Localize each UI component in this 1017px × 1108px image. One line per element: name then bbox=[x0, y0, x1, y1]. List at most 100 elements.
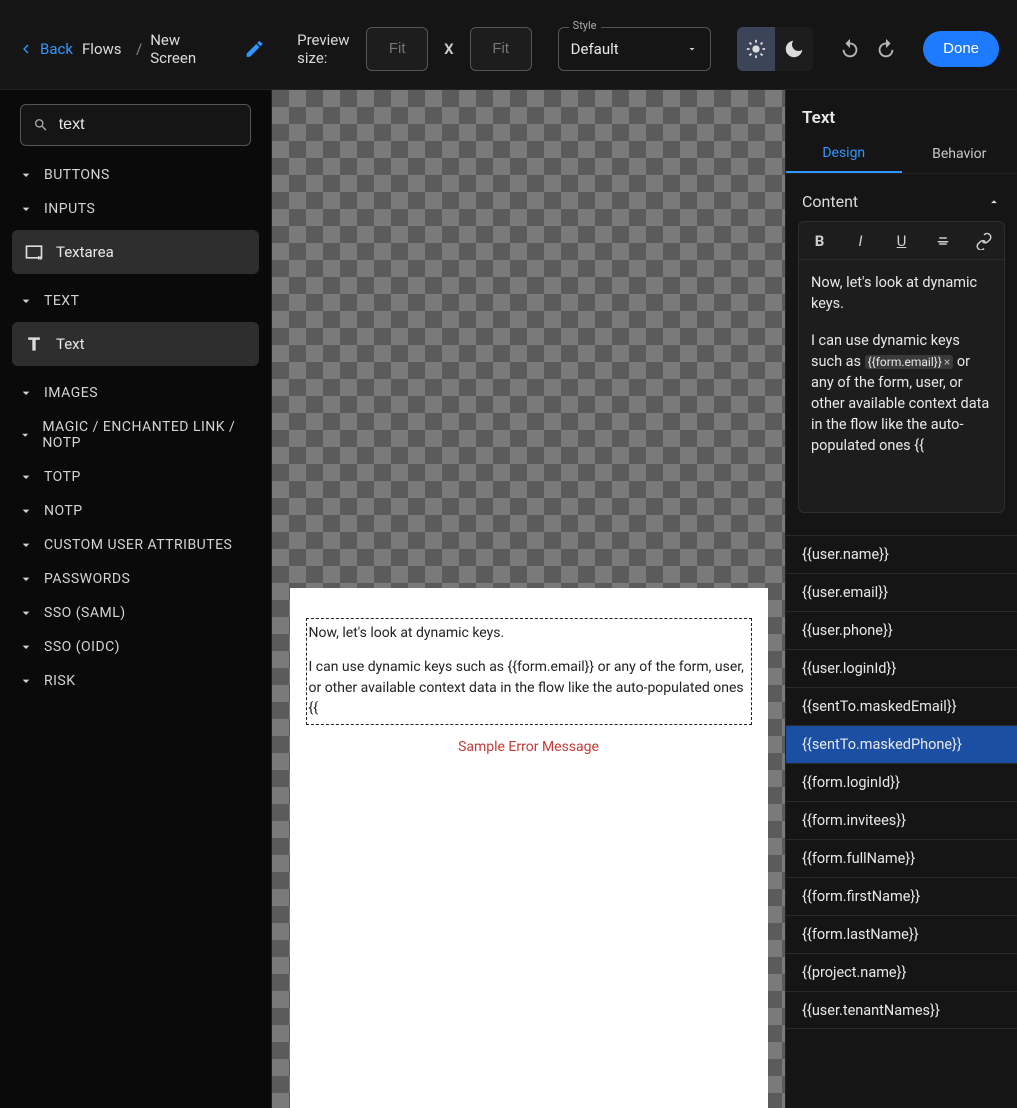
category-text[interactable]: TEXT bbox=[12, 284, 259, 318]
palette-item-textarea[interactable]: Textarea bbox=[12, 230, 259, 274]
dynamic-key-option[interactable]: {{sentTo.maskedEmail}} bbox=[786, 687, 1017, 725]
style-value: Default bbox=[571, 40, 619, 58]
dynamic-key-option[interactable]: {{form.invitees}} bbox=[786, 801, 1017, 839]
chevron-down-icon bbox=[18, 503, 34, 519]
category-passwords[interactable]: PASSWORDS bbox=[12, 562, 259, 596]
breadcrumb-screen[interactable]: New Screen bbox=[150, 31, 224, 67]
chip-remove-icon[interactable]: × bbox=[944, 355, 950, 369]
dynamic-key-option[interactable]: {{user.phone}} bbox=[786, 611, 1017, 649]
light-mode-button[interactable] bbox=[737, 27, 775, 71]
category-totp[interactable]: TOTP bbox=[12, 460, 259, 494]
sun-icon bbox=[745, 38, 767, 60]
arrow-left-icon bbox=[18, 41, 34, 57]
editor-textarea[interactable]: Now, let's look at dynamic keys. I can u… bbox=[799, 260, 1004, 512]
preview-size-separator: X bbox=[440, 40, 458, 58]
dynamic-key-option[interactable]: {{user.email}} bbox=[786, 573, 1017, 611]
dynamic-key-option[interactable]: {{user.loginId}} bbox=[786, 649, 1017, 687]
caret-down-icon bbox=[686, 43, 698, 55]
breadcrumb-separator: / bbox=[136, 40, 142, 58]
category-notp[interactable]: NOTP bbox=[12, 494, 259, 528]
chevron-down-icon bbox=[18, 293, 34, 309]
dynamic-key-option[interactable]: {{sentTo.maskedPhone}} bbox=[786, 725, 1017, 763]
preview-paragraph-1: Now, let's look at dynamic keys. bbox=[309, 623, 749, 643]
category-custom-attrs[interactable]: CUSTOM USER ATTRIBUTES bbox=[12, 528, 259, 562]
chevron-down-icon bbox=[18, 385, 34, 401]
category-magic[interactable]: MAGIC / ENCHANTED LINK / NOTP bbox=[12, 410, 259, 460]
preview-width-input[interactable] bbox=[366, 27, 428, 71]
palette-item-label: Text bbox=[56, 335, 85, 353]
search-icon bbox=[33, 116, 49, 134]
properties-panel: Text Design Behavior Content B I U Now, … bbox=[785, 90, 1017, 1108]
italic-button[interactable]: I bbox=[849, 229, 873, 253]
dynamic-key-option[interactable]: {{form.lastName}} bbox=[786, 915, 1017, 953]
editor-canvas[interactable]: Now, let's look at dynamic keys. I can u… bbox=[272, 90, 785, 1108]
panel-tabs: Design Behavior bbox=[786, 134, 1017, 174]
back-label: Back bbox=[40, 40, 70, 58]
history-controls bbox=[839, 38, 897, 60]
done-button[interactable]: Done bbox=[923, 31, 999, 67]
category-images[interactable]: IMAGES bbox=[12, 376, 259, 410]
underline-button[interactable]: U bbox=[890, 229, 914, 253]
link-button[interactable] bbox=[972, 229, 996, 253]
strike-icon bbox=[934, 232, 952, 250]
chevron-down-icon bbox=[18, 201, 34, 217]
category-sso-saml[interactable]: SSO (SAML) bbox=[12, 596, 259, 630]
category-buttons[interactable]: BUTTONS bbox=[12, 158, 259, 192]
bold-button[interactable]: B bbox=[808, 229, 832, 253]
style-legend: Style bbox=[569, 19, 601, 32]
palette-item-label: Textarea bbox=[56, 243, 114, 261]
tab-design[interactable]: Design bbox=[786, 134, 902, 173]
search-field-wrap[interactable] bbox=[20, 104, 251, 146]
chevron-down-icon bbox=[18, 469, 34, 485]
breadcrumb-flows[interactable]: Flows bbox=[82, 40, 128, 58]
preview-card[interactable]: Now, let's look at dynamic keys. I can u… bbox=[290, 588, 768, 1108]
palette-search-input[interactable] bbox=[59, 116, 238, 134]
component-palette: BUTTONS INPUTS Textarea TEXT Text IMAGES… bbox=[0, 90, 272, 1108]
editor-line-1: Now, let's look at dynamic keys. bbox=[811, 272, 992, 314]
pencil-icon[interactable] bbox=[244, 38, 265, 60]
dynamic-key-option[interactable]: {{user.tenantNames}} bbox=[786, 991, 1017, 1029]
palette-item-text[interactable]: Text bbox=[12, 322, 259, 366]
back-button[interactable]: Back bbox=[18, 40, 70, 58]
dynamic-key-chip[interactable]: {{form.email}}× bbox=[865, 355, 954, 369]
dynamic-keys-list: {{user.name}}{{user.email}}{{user.phone}… bbox=[786, 535, 1017, 1029]
chevron-down-icon bbox=[18, 571, 34, 587]
moon-icon bbox=[783, 38, 805, 60]
strike-button[interactable] bbox=[931, 229, 955, 253]
dynamic-key-option[interactable]: {{form.fullName}} bbox=[786, 839, 1017, 877]
category-sso-oidc[interactable]: SSO (OIDC) bbox=[12, 630, 259, 664]
tab-behavior[interactable]: Behavior bbox=[902, 134, 1017, 173]
preview-height-input[interactable] bbox=[470, 27, 532, 71]
top-toolbar: Back Flows / New Screen Preview size: X … bbox=[0, 0, 1017, 90]
dynamic-key-option[interactable]: {{user.name}} bbox=[786, 535, 1017, 573]
redo-icon[interactable] bbox=[875, 38, 897, 60]
dynamic-key-option[interactable]: {{form.firstName}} bbox=[786, 877, 1017, 915]
undo-icon[interactable] bbox=[839, 38, 861, 60]
selected-text-element[interactable]: Now, let's look at dynamic keys. I can u… bbox=[306, 618, 752, 725]
dynamic-key-option[interactable]: {{project.name}} bbox=[786, 953, 1017, 991]
breadcrumb: Flows / New Screen bbox=[82, 31, 224, 67]
panel-title: Text bbox=[786, 90, 1017, 134]
chevron-down-icon bbox=[18, 167, 34, 183]
category-risk[interactable]: RISK bbox=[12, 664, 259, 698]
format-toolbar: B I U bbox=[799, 222, 1004, 260]
chevron-down-icon bbox=[18, 537, 34, 553]
preview-error-text: Sample Error Message bbox=[306, 739, 752, 755]
chevron-down-icon bbox=[18, 427, 32, 443]
content-section-header[interactable]: Content bbox=[786, 174, 1017, 221]
content-section-label: Content bbox=[802, 192, 858, 211]
chevron-down-icon bbox=[18, 673, 34, 689]
style-select[interactable]: Style Default bbox=[558, 27, 711, 71]
chevron-up-icon bbox=[987, 195, 1001, 209]
textarea-icon bbox=[24, 242, 44, 262]
content-editor[interactable]: B I U Now, let's look at dynamic keys. I… bbox=[798, 221, 1005, 513]
dynamic-key-option[interactable]: {{form.loginId}} bbox=[786, 763, 1017, 801]
category-inputs[interactable]: INPUTS bbox=[12, 192, 259, 226]
editor-line-2: I can use dynamic keys such as {{form.em… bbox=[811, 330, 992, 456]
text-icon bbox=[24, 334, 44, 354]
dark-mode-button[interactable] bbox=[775, 27, 813, 71]
link-icon bbox=[975, 232, 993, 250]
chevron-down-icon bbox=[18, 639, 34, 655]
chevron-down-icon bbox=[18, 605, 34, 621]
preview-size-label: Preview size: bbox=[297, 31, 354, 67]
